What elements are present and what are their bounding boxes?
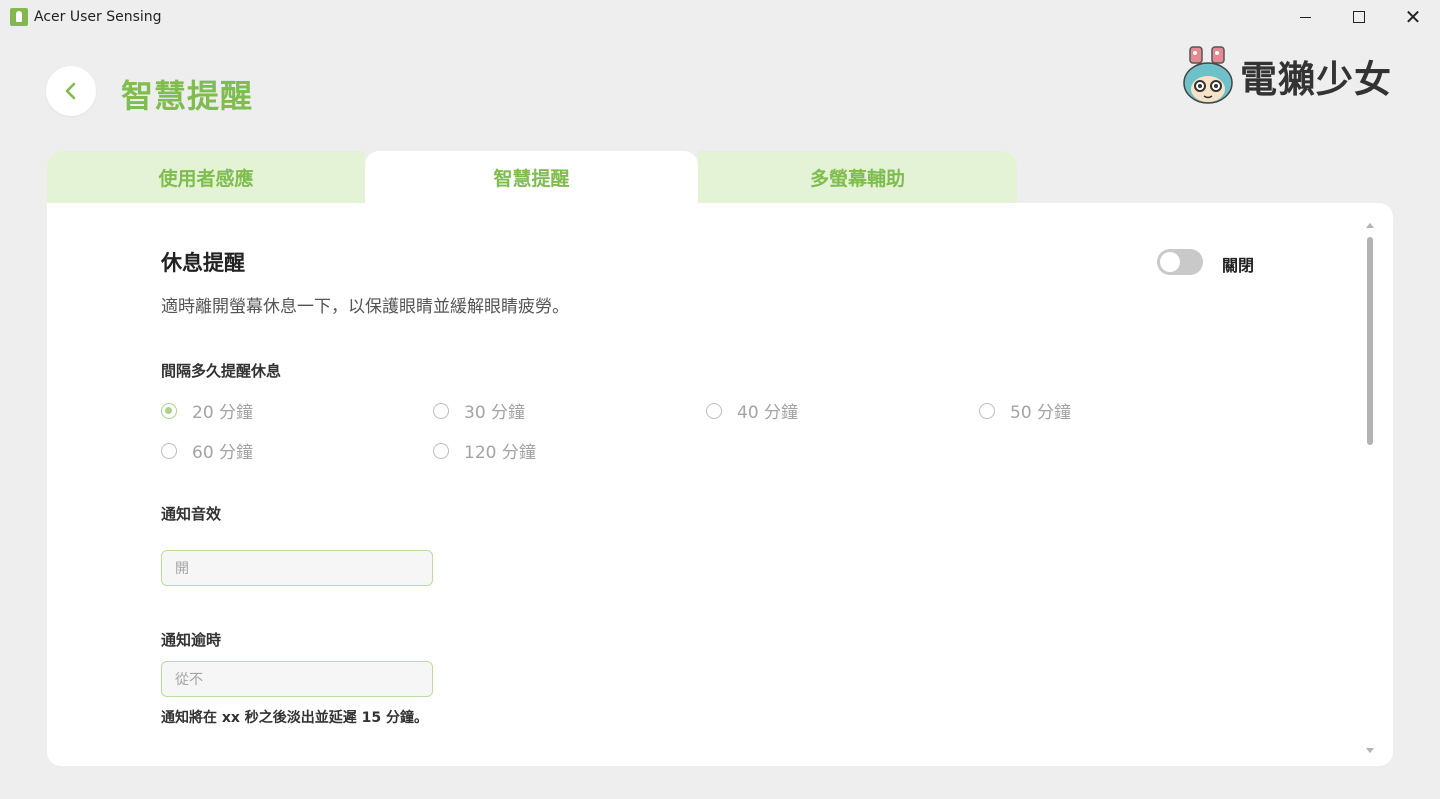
otter-mascot-icon: [1183, 46, 1233, 104]
select-value: 從不: [175, 672, 203, 688]
tab-user-sensing[interactable]: 使用者感應: [47, 151, 365, 203]
close-icon: ✕: [1404, 5, 1422, 29]
radio-circle: [161, 402, 177, 419]
timeout-note: 通知將在 xx 秒之後淡出並延遲 15 分鐘。: [161, 710, 429, 726]
radio-circle: [433, 402, 449, 419]
radio-interval-40[interactable]: 40 分鐘: [706, 398, 798, 423]
tab-smart-reminder[interactable]: 智慧提醒: [365, 151, 698, 203]
radio-label: 60 分鐘: [192, 443, 254, 463]
section-title: 休息提醒: [161, 251, 245, 275]
settings-panel: 休息提醒 適時離開螢幕休息一下，以保護眼睛並緩解眼睛疲勞。 關閉 間隔多久提醒休…: [47, 203, 1393, 766]
radio-label: 120 分鐘: [464, 443, 536, 463]
title-bar: Acer User Sensing ✕: [0, 0, 1440, 34]
back-button[interactable]: [46, 66, 96, 116]
minimize-button[interactable]: [1280, 0, 1330, 34]
radio-label: 30 分鐘: [464, 403, 526, 423]
brand-logo: 電獺少女: [1182, 44, 1398, 108]
radio-label: 20 分鐘: [192, 403, 254, 423]
toggle-state-label: 關閉: [1222, 256, 1255, 275]
notification-timeout-select[interactable]: 從不: [161, 661, 433, 697]
window-title: Acer User Sensing: [34, 9, 162, 25]
scroll-down-arrow-icon[interactable]: [1366, 748, 1374, 753]
notification-sound-select[interactable]: 開: [161, 550, 433, 586]
radio-interval-50[interactable]: 50 分鐘: [979, 398, 1071, 423]
notification-sound-label: 通知音效: [161, 505, 222, 523]
close-button[interactable]: ✕: [1388, 0, 1438, 34]
section-description: 適時離開螢幕休息一下，以保護眼睛並緩解眼睛疲勞。: [161, 297, 569, 317]
radio-interval-20[interactable]: 20 分鐘: [161, 398, 253, 423]
scroll-up-arrow-icon[interactable]: [1366, 223, 1374, 228]
maximize-button[interactable]: [1334, 0, 1384, 34]
maximize-icon: [1353, 11, 1365, 23]
radio-interval-30[interactable]: 30 分鐘: [433, 398, 525, 423]
radio-circle: [433, 442, 449, 459]
brand-text: 電獺少女: [1240, 58, 1392, 101]
scrollbar[interactable]: [1365, 223, 1375, 753]
tab-multi-monitor[interactable]: 多螢幕輔助: [698, 151, 1017, 203]
interval-label: 間隔多久提醒休息: [161, 362, 282, 380]
chevron-left-icon: [65, 82, 76, 100]
notification-timeout-label: 通知逾時: [161, 631, 222, 649]
select-value: 開: [175, 561, 189, 577]
page-title: 智慧提醒: [121, 77, 254, 115]
radio-label: 50 分鐘: [1010, 403, 1072, 423]
radio-circle: [979, 402, 995, 419]
radio-label: 40 分鐘: [737, 403, 799, 423]
toggle-knob: [1160, 252, 1180, 272]
radio-circle: [706, 402, 722, 419]
tab-bar: 使用者感應 智慧提醒 多螢幕輔助: [47, 151, 1017, 203]
minimize-icon: [1299, 16, 1311, 18]
radio-interval-60[interactable]: 60 分鐘: [161, 438, 253, 463]
break-reminder-toggle[interactable]: [1157, 249, 1203, 275]
app-icon: [10, 8, 28, 26]
scroll-thumb[interactable]: [1367, 237, 1373, 445]
radio-circle: [161, 442, 177, 459]
radio-interval-120[interactable]: 120 分鐘: [433, 438, 536, 463]
